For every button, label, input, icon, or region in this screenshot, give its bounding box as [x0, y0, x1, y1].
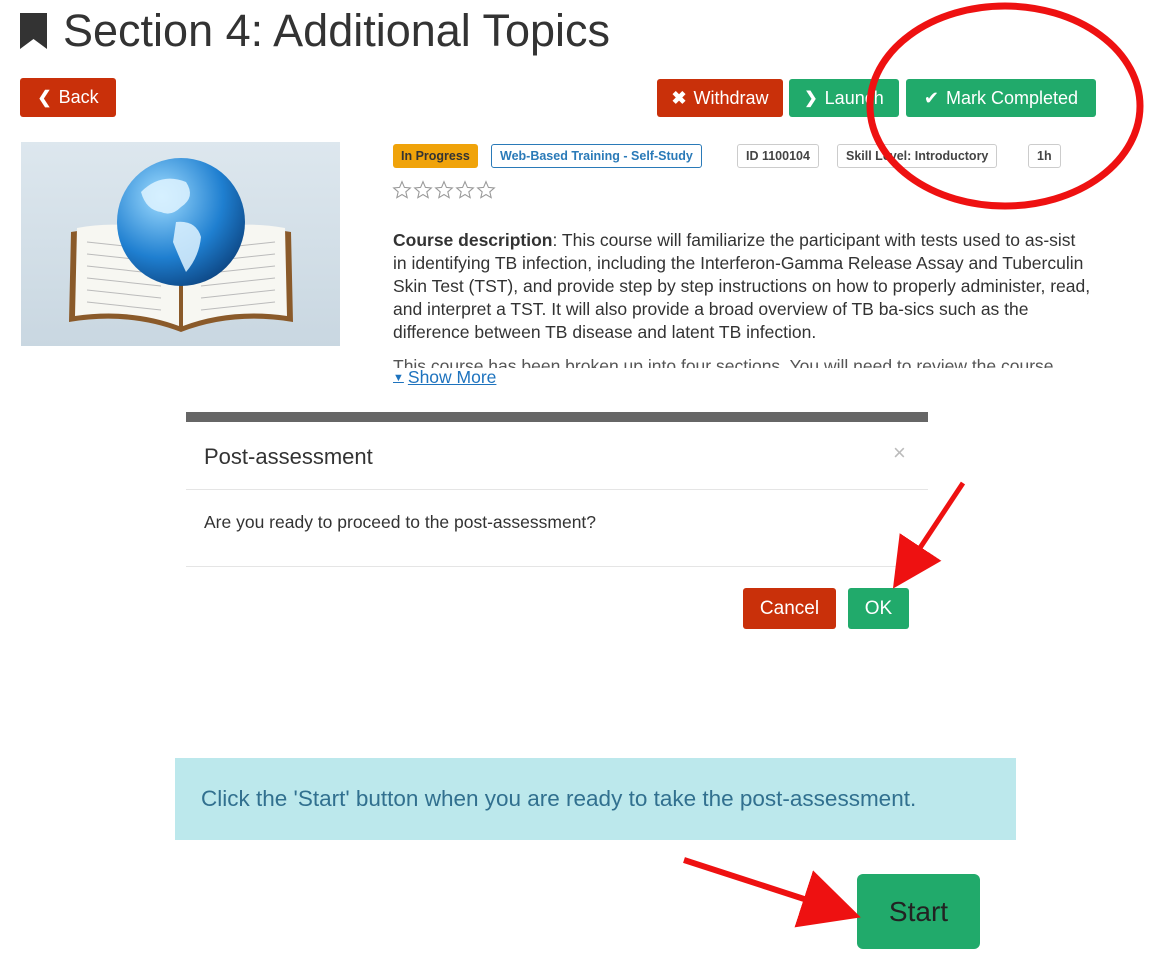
annotation-overlay — [683, 2, 1144, 928]
highlight-circle — [866, 2, 1144, 210]
arrow-to-ok — [892, 481, 966, 589]
arrow-to-start — [683, 857, 861, 928]
